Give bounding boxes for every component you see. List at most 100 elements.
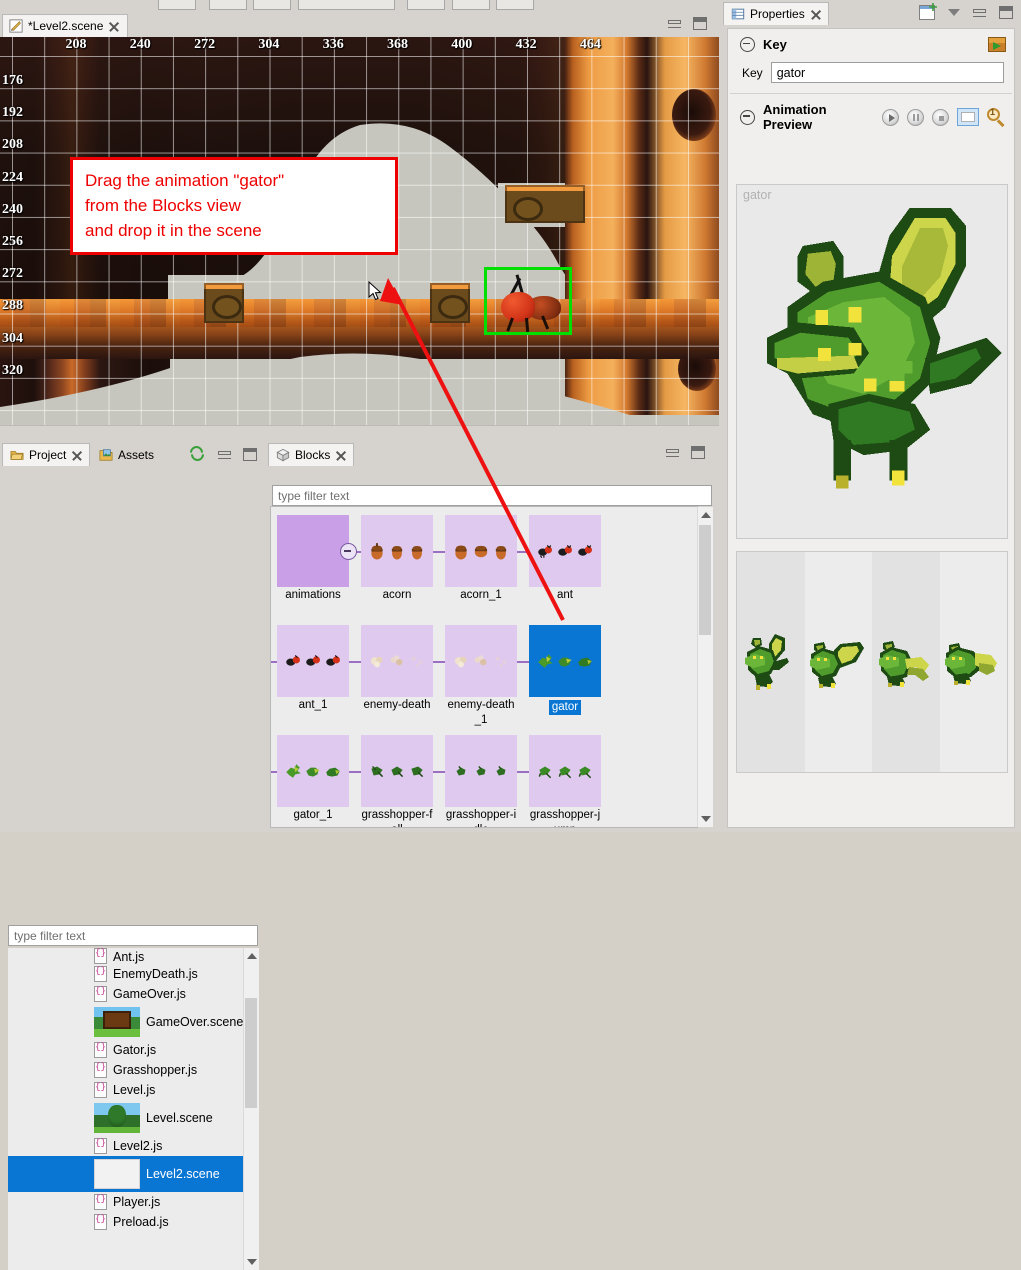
grasshopper-sprite-icon xyxy=(476,766,486,776)
tab-blocks[interactable]: Blocks xyxy=(268,443,355,466)
frame-cell-3[interactable] xyxy=(872,552,940,772)
maximize-icon[interactable] xyxy=(691,446,705,459)
frame-cell-1[interactable] xyxy=(737,552,805,772)
collapse-node-icon[interactable] xyxy=(340,543,357,560)
list-item-label: Level.js xyxy=(113,1083,156,1097)
close-icon[interactable] xyxy=(71,450,82,461)
toolbar-button-5[interactable] xyxy=(407,0,445,10)
tab-properties[interactable]: Properties xyxy=(723,2,829,25)
show-frames-toggle-icon[interactable] xyxy=(957,108,979,126)
collapse-icon[interactable] xyxy=(740,37,755,52)
blocks-grid[interactable]: animations acorn acorn_1 ant ant_1 enemy… xyxy=(270,506,698,828)
tab-project[interactable]: Project xyxy=(2,443,91,466)
block-gator-1[interactable]: gator_1 xyxy=(277,735,349,822)
scene-crate-upper[interactable] xyxy=(505,185,585,223)
zoom-one-to-one-icon[interactable]: 1 xyxy=(987,107,1006,127)
project-tab-row: Project Assets xyxy=(0,440,266,466)
blocks-filter-input[interactable]: type filter text xyxy=(272,485,712,506)
scroll-up-arrow-icon[interactable] xyxy=(247,953,257,959)
block-grasshopper-idle[interactable]: grasshopper-idle xyxy=(445,735,517,827)
scene-crate-right[interactable] xyxy=(430,283,470,323)
frame-cell-4[interactable] xyxy=(939,552,1007,772)
export-icon[interactable] xyxy=(988,37,1006,52)
block-label: acorn_1 xyxy=(460,589,502,601)
scene-canvas[interactable]: 208 240 272 304 336 368 400 432 464 176 192 208 224… xyxy=(0,37,719,425)
list-item[interactable]: EnemyDeath.js xyxy=(8,964,258,984)
toolbar-button-2[interactable] xyxy=(209,0,247,10)
animation-preview-area[interactable]: gator xyxy=(736,184,1008,539)
toolbar-button-3[interactable] xyxy=(253,0,291,10)
list-item[interactable]: GameOver.js xyxy=(8,984,258,1004)
gator-frame-icon xyxy=(810,642,865,688)
block-enemy-death[interactable]: enemy-death xyxy=(361,625,433,712)
close-icon[interactable] xyxy=(108,21,119,32)
list-item-selected[interactable]: Level2.scene xyxy=(8,1156,258,1192)
block-ant[interactable]: ant xyxy=(529,515,601,602)
block-acorn-1[interactable]: acorn_1 xyxy=(445,515,517,602)
list-item[interactable]: Level.js xyxy=(8,1080,258,1100)
list-item[interactable]: Ant.js xyxy=(8,948,258,964)
block-grasshopper-fall[interactable]: grasshopper-fall xyxy=(361,735,433,827)
key-input[interactable]: gator xyxy=(770,62,1004,83)
maximize-icon[interactable] xyxy=(243,447,257,461)
toolbar-button-4[interactable] xyxy=(298,0,395,10)
minimize-icon[interactable] xyxy=(973,8,986,17)
scroll-down-arrow-icon[interactable] xyxy=(701,816,711,822)
list-item[interactable]: Preload.js xyxy=(8,1212,258,1232)
ant-sprite-icon xyxy=(578,544,592,556)
tab-assets[interactable]: Assets xyxy=(92,443,161,466)
stop-icon[interactable] xyxy=(932,108,949,126)
block-thumbnail xyxy=(529,735,601,807)
scrollbar-thumb[interactable] xyxy=(245,998,257,1108)
block-ant-1[interactable]: ant_1 xyxy=(277,625,349,712)
pause-icon[interactable] xyxy=(907,108,924,126)
blocks-vertical-scrollbar[interactable] xyxy=(697,507,713,827)
scene-canvas-wrapper: 208 240 272 304 336 368 400 432 464 176 192 208 224… xyxy=(0,37,719,440)
list-item-label: Player.js xyxy=(113,1195,161,1209)
list-item[interactable]: Grasshopper.js xyxy=(8,1060,258,1080)
project-tree[interactable]: Ant.js EnemyDeath.js GameOver.js GameOve… xyxy=(8,948,258,1270)
list-item[interactable]: Player.js xyxy=(8,1192,258,1212)
properties-table-icon xyxy=(731,8,745,20)
list-item[interactable]: Level.scene xyxy=(8,1100,258,1136)
refresh-icon[interactable] xyxy=(190,446,206,462)
animation-frames-strip[interactable] xyxy=(736,551,1008,773)
frame-cell-2[interactable] xyxy=(804,552,872,772)
toolbar-button-1[interactable] xyxy=(158,0,196,10)
minimize-icon[interactable] xyxy=(668,19,681,28)
block-acorn[interactable]: acorn xyxy=(361,515,433,602)
maximize-icon[interactable] xyxy=(693,17,707,30)
close-icon[interactable] xyxy=(810,9,821,20)
new-properties-view-icon[interactable] xyxy=(919,5,935,20)
gator-frame-icon xyxy=(945,643,998,685)
minimize-icon[interactable] xyxy=(218,450,231,459)
block-animations[interactable]: animations xyxy=(277,515,357,602)
gator-sprite-icon xyxy=(538,654,553,668)
play-icon[interactable] xyxy=(882,108,899,126)
scene-crate-left[interactable] xyxy=(204,283,244,323)
scene-selected-sprite[interactable] xyxy=(484,267,572,335)
close-icon[interactable] xyxy=(335,450,346,461)
project-filter-input[interactable]: type filter text xyxy=(8,925,258,946)
editor-tab-level2-scene[interactable]: *Level2.scene xyxy=(2,14,129,37)
scroll-down-arrow-icon[interactable] xyxy=(247,1259,257,1265)
view-menu-chevron-icon[interactable] xyxy=(948,9,960,16)
minimize-icon[interactable] xyxy=(666,448,679,457)
list-item-label: Level2.js xyxy=(113,1139,163,1153)
maximize-icon[interactable] xyxy=(999,6,1013,19)
list-item[interactable]: GameOver.scene xyxy=(8,1004,258,1040)
gator-frame-icon xyxy=(878,641,929,687)
project-vertical-scrollbar[interactable] xyxy=(243,948,259,1270)
block-enemy-death-1[interactable]: enemy-death_1 xyxy=(445,625,517,727)
block-label: animations xyxy=(285,589,341,601)
collapse-icon[interactable] xyxy=(740,109,755,125)
scroll-up-arrow-icon[interactable] xyxy=(701,512,711,518)
toolbar-button-7[interactable] xyxy=(496,0,534,10)
grasshopper-sprite-icon xyxy=(578,766,592,779)
scrollbar-thumb[interactable] xyxy=(699,525,711,635)
toolbar-button-6[interactable] xyxy=(452,0,490,10)
list-item[interactable]: Gator.js xyxy=(8,1040,258,1060)
block-gator[interactable]: gator xyxy=(529,625,601,715)
block-grasshopper-jump[interactable]: grasshopper-jump xyxy=(529,735,601,827)
list-item[interactable]: Level2.js xyxy=(8,1136,258,1156)
